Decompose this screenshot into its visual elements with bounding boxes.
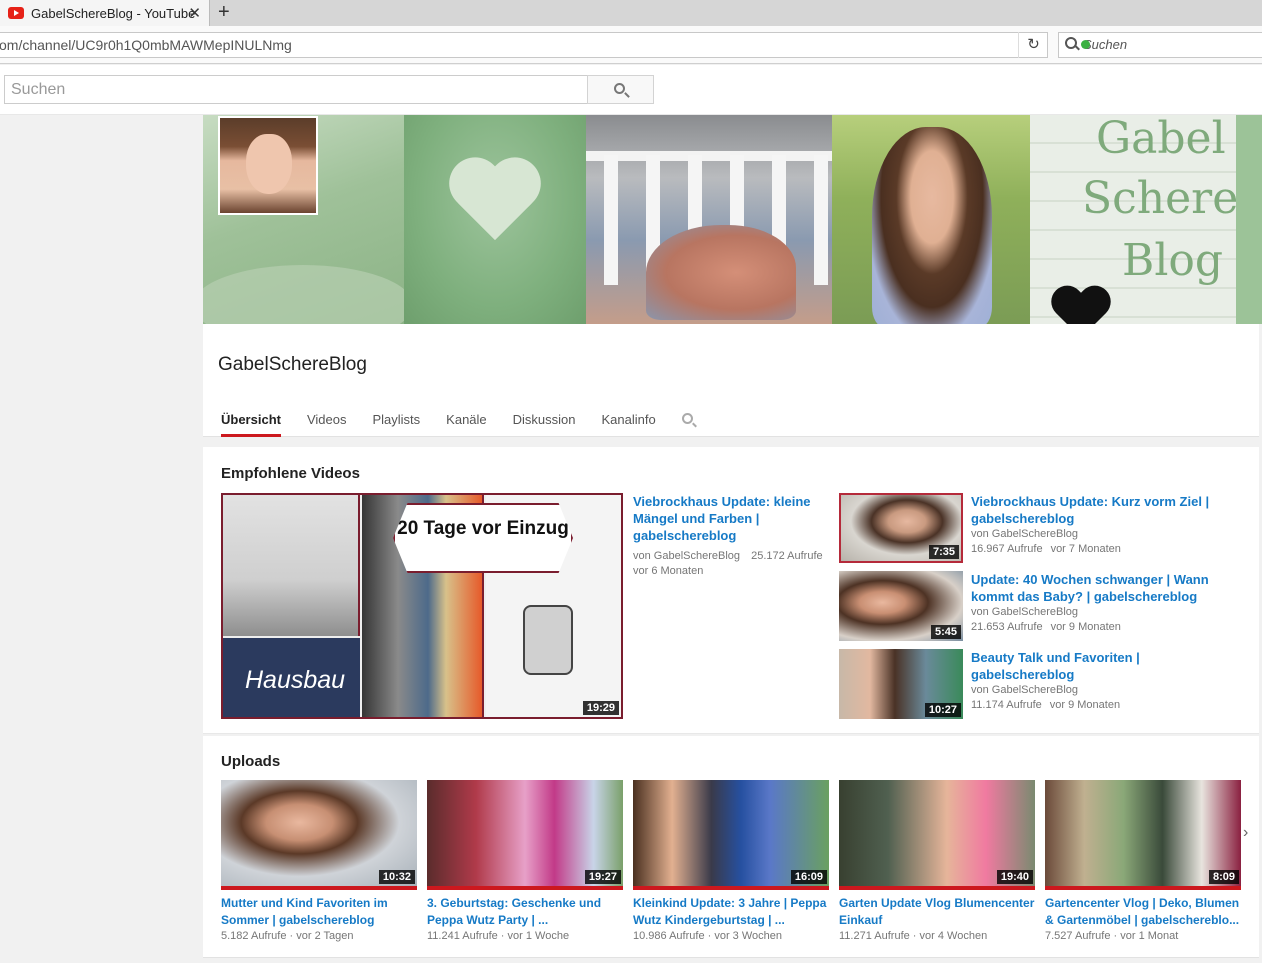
browser-tab[interactable]: GabelSchereBlog - YouTube ✕ bbox=[0, 0, 210, 26]
video-age: vor 7 Monaten bbox=[1050, 543, 1121, 555]
banner-word-3: Blog bbox=[1122, 235, 1224, 286]
video-thumbnail[interactable]: 10:32 bbox=[221, 780, 417, 890]
section-heading: Uploads bbox=[221, 753, 281, 770]
thumbnail-label: Hausbau bbox=[245, 666, 346, 694]
search-icon bbox=[614, 83, 625, 94]
video-duration: 10:32 bbox=[378, 870, 415, 884]
banner-panel-green bbox=[203, 115, 413, 324]
tab-channels[interactable]: Kanäle bbox=[446, 412, 486, 437]
video-title-link[interactable]: Viebrockhaus Update: kleine Mängel und F… bbox=[633, 493, 823, 544]
video-title-link[interactable]: Kleinkind Update: 3 Jahre | Peppa Wutz K… bbox=[633, 895, 829, 929]
tab-discussion[interactable]: Diskussion bbox=[513, 412, 576, 437]
heart-graphic bbox=[450, 160, 540, 240]
video-duration: 19:29 bbox=[582, 701, 619, 715]
video-thumbnail[interactable]: 7:35 bbox=[839, 493, 963, 563]
channel-search-icon[interactable] bbox=[681, 413, 693, 424]
featured-section: Empfohlene Videos Hausbau 20 Tage vor Ei… bbox=[203, 447, 1259, 734]
video-age: vor 1 Monat bbox=[1120, 930, 1179, 942]
video-duration: 8:09 bbox=[1208, 870, 1239, 884]
banner-panel-heart bbox=[404, 115, 586, 324]
tab-videos[interactable]: Videos bbox=[307, 412, 347, 437]
video-views: 21.653 Aufrufe bbox=[971, 621, 1043, 633]
video-duration: 19:27 bbox=[584, 870, 621, 884]
video-thumbnail[interactable]: 19:27 bbox=[427, 780, 623, 890]
browser-toolbar: om/channel/UC9r0h1Q0mbMAWMepINULNmg ↻ Su… bbox=[0, 26, 1262, 64]
video-age: vor 3 Wochen bbox=[714, 930, 783, 942]
banner-panel-baby bbox=[586, 115, 832, 324]
browser-tabstrip: GabelSchereBlog - YouTube ✕ + bbox=[0, 0, 1262, 26]
video-title-link[interactable]: Garten Update Vlog Blumencenter Einkauf bbox=[839, 895, 1035, 929]
video-duration: 10:27 bbox=[924, 703, 961, 717]
video-views: 11.241 Aufrufe bbox=[427, 930, 498, 942]
video-age: vor 2 Tagen bbox=[296, 930, 354, 942]
tab-overview[interactable]: Übersicht bbox=[221, 412, 281, 437]
channel-banner: Gabel Schere Blog bbox=[203, 115, 1262, 324]
banner-panel-portrait bbox=[832, 115, 1030, 324]
video-duration: 16:09 bbox=[790, 870, 827, 884]
video-title-link[interactable]: Beauty Talk und Favoriten | gabelschereb… bbox=[971, 649, 1246, 683]
thumbnail-overlay-text: 20 Tage vor Einzug bbox=[393, 503, 573, 573]
banner-word-2: Schere bbox=[1082, 173, 1239, 224]
video-thumbnail[interactable]: 10:27 bbox=[839, 649, 963, 719]
video-duration: 19:40 bbox=[996, 870, 1033, 884]
video-views: 7.527 Aufrufe bbox=[1045, 930, 1111, 942]
tab-playlists[interactable]: Playlists bbox=[372, 412, 420, 437]
channel-avatar[interactable] bbox=[218, 116, 318, 215]
list-item: 5:45 Update: 40 Wochen schwanger | Wann … bbox=[839, 571, 1249, 641]
featured-video-thumbnail[interactable]: Hausbau 20 Tage vor Einzug 19:29 bbox=[221, 493, 623, 719]
video-title-link[interactable]: Gartencenter Vlog | Deko, Blumen & Garte… bbox=[1045, 895, 1241, 929]
video-age: vor 9 Monaten bbox=[1049, 699, 1121, 711]
video-age: vor 1 Woche bbox=[507, 930, 570, 942]
banner-panel-logo: Gabel Schere Blog bbox=[1030, 115, 1262, 324]
video-channel[interactable]: von GabelSchereBlog bbox=[971, 527, 1246, 542]
search-input[interactable]: Suchen bbox=[4, 75, 588, 104]
video-views: 11.174 Aufrufe bbox=[971, 699, 1042, 711]
search-button[interactable] bbox=[587, 75, 654, 104]
video-views: 10.986 Aufrufe bbox=[633, 930, 705, 942]
browser-search-field[interactable]: Suchen bbox=[1058, 32, 1262, 58]
video-thumbnail[interactable]: 5:45 bbox=[839, 571, 963, 641]
youtube-masthead: Suchen bbox=[0, 65, 1262, 115]
video-age: vor 9 Monaten bbox=[1050, 621, 1121, 633]
video-channel[interactable]: von GabelSchereBlog bbox=[971, 683, 1246, 698]
list-item: 7:35 Viebrockhaus Update: Kurz vorm Ziel… bbox=[839, 493, 1249, 563]
channel-header: GabelSchereBlog Übersicht Videos Playlis… bbox=[203, 324, 1259, 437]
featured-video-info: Viebrockhaus Update: kleine Mängel und F… bbox=[633, 493, 823, 579]
banner-word-1: Gabel bbox=[1096, 115, 1226, 164]
video-views: 5.182 Aufrufe bbox=[221, 930, 287, 942]
video-title-link[interactable]: Viebrockhaus Update: Kurz vorm Ziel | ga… bbox=[971, 493, 1246, 527]
black-heart-graphic bbox=[1052, 287, 1110, 324]
channel-name: GabelSchereBlog bbox=[218, 354, 367, 375]
list-item: 10:27 Beauty Talk und Favoriten | gabels… bbox=[839, 649, 1249, 719]
channel-tabs: Übersicht Videos Playlists Kanäle Diskus… bbox=[221, 412, 693, 437]
tab-about[interactable]: Kanalinfo bbox=[602, 412, 656, 437]
video-title-link[interactable]: 3. Geburtstag: Geschenke und Peppa Wutz … bbox=[427, 895, 623, 929]
section-heading: Empfohlene Videos bbox=[221, 465, 360, 482]
chevron-right-icon[interactable]: › bbox=[1243, 824, 1248, 842]
video-views: 16.967 Aufrufe bbox=[971, 543, 1043, 555]
video-views: 25.172 Aufrufe bbox=[751, 550, 823, 562]
video-title-link[interactable]: Update: 40 Wochen schwanger | Wann kommt… bbox=[971, 571, 1246, 605]
uploads-section: Uploads 10:32 Mutter und Kind Favoriten … bbox=[203, 736, 1259, 958]
video-duration: 5:45 bbox=[930, 625, 961, 639]
video-age: vor 6 Monaten bbox=[633, 565, 704, 577]
video-thumbnail[interactable]: 8:09 bbox=[1045, 780, 1241, 890]
video-channel[interactable]: von GabelSchereBlog bbox=[971, 605, 1246, 620]
video-duration: 7:35 bbox=[928, 545, 959, 559]
video-age: vor 4 Wochen bbox=[919, 930, 988, 942]
video-views: 11.271 Aufrufe bbox=[839, 930, 910, 942]
new-tab-button[interactable]: + bbox=[218, 1, 230, 23]
youtube-favicon-icon bbox=[8, 7, 24, 19]
tab-title: GabelSchereBlog - YouTube bbox=[31, 5, 196, 21]
video-thumbnail[interactable]: 16:09 bbox=[633, 780, 829, 890]
reload-button[interactable]: ↻ bbox=[1018, 32, 1048, 58]
address-bar[interactable]: om/channel/UC9r0h1Q0mbMAWMepINULNmg bbox=[0, 32, 1048, 58]
search-engine-icon bbox=[1065, 37, 1090, 49]
video-title-link[interactable]: Mutter und Kind Favoriten im Sommer | ga… bbox=[221, 895, 417, 929]
video-thumbnail[interactable]: 19:40 bbox=[839, 780, 1035, 890]
close-tab-icon[interactable]: ✕ bbox=[188, 4, 201, 22]
video-channel[interactable]: von GabelSchereBlog bbox=[633, 550, 740, 562]
